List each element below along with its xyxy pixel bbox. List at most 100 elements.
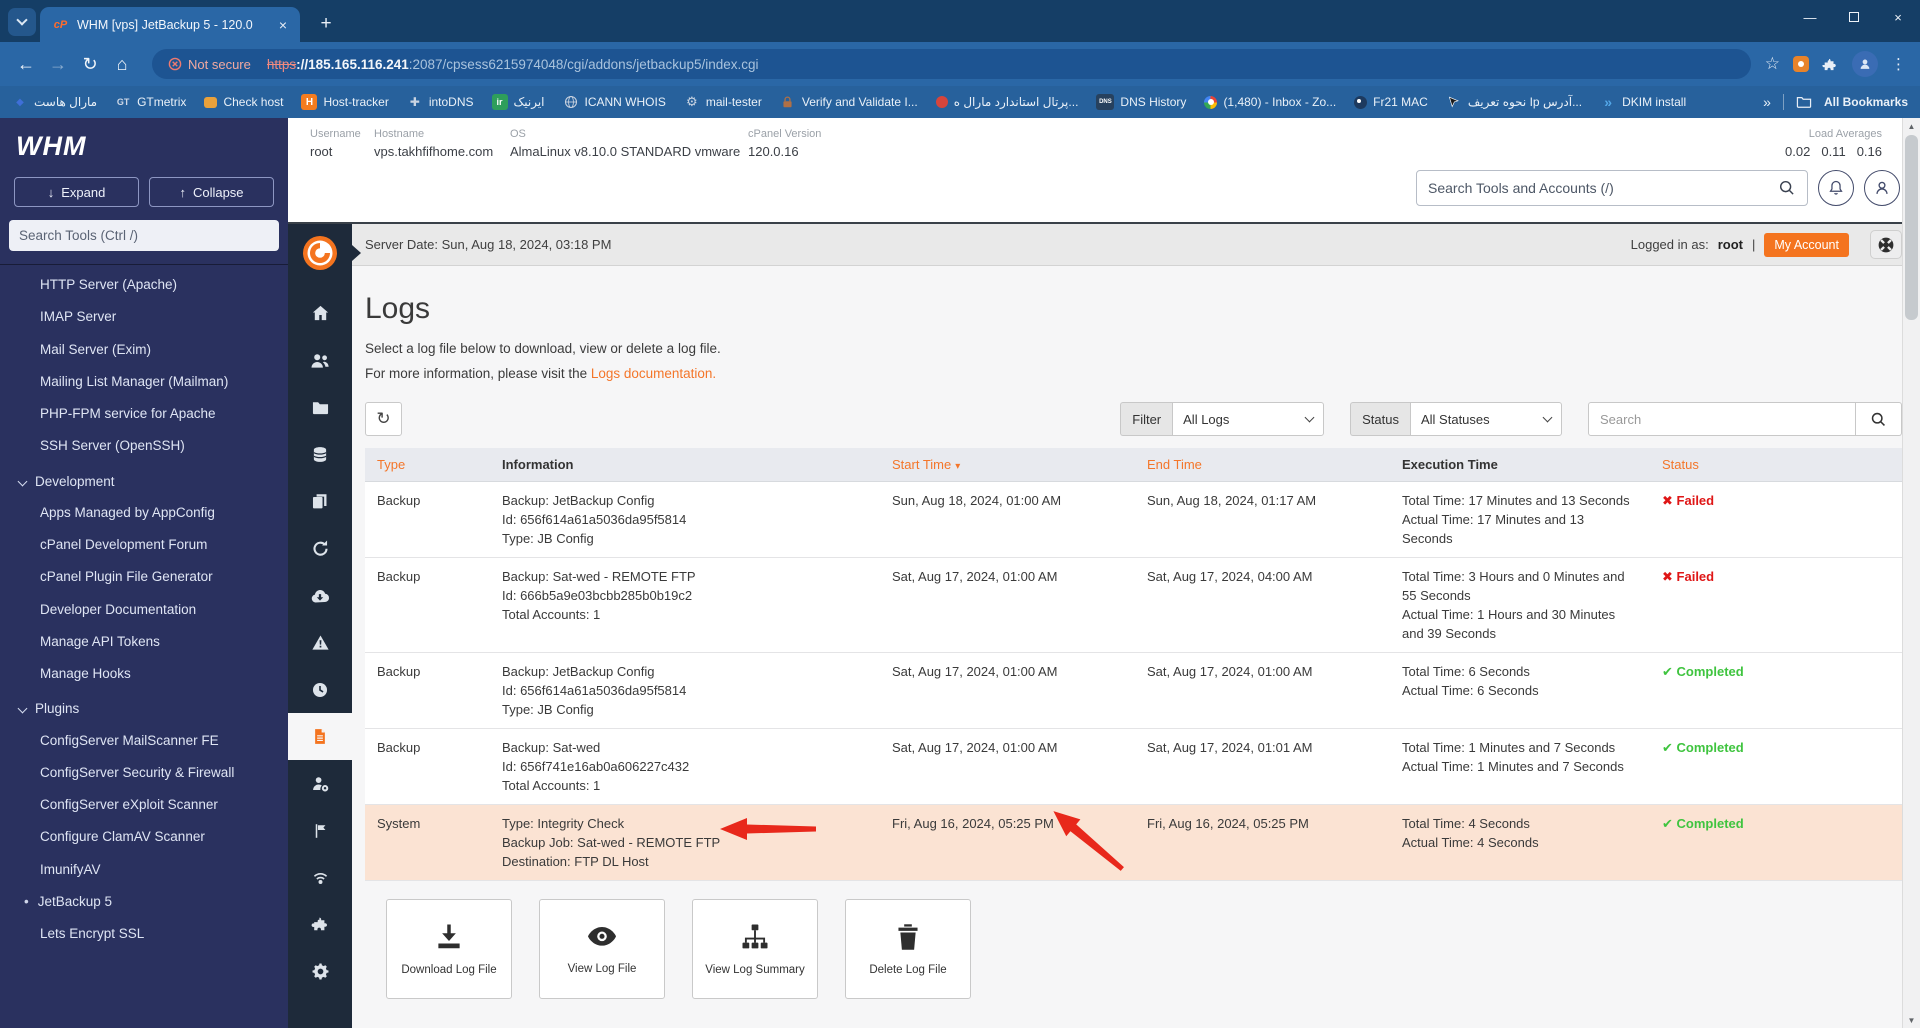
sidebar-item-configserver-exploit[interactable]: ConfigServer eXploit Scanner [0,789,288,821]
sidebar-item-http-server[interactable]: HTTP Server (Apache) [0,269,288,301]
header-type[interactable]: Type [365,457,490,472]
bookmark-item[interactable]: Verify and Validate I... [780,94,918,110]
bookmark-item[interactable]: پرتال استاندارد مارال ه... [935,95,1078,109]
backup-jobs-icon[interactable] [288,431,352,478]
profile-avatar[interactable] [1852,51,1878,77]
table-search-input[interactable] [1588,402,1856,436]
restore-icon[interactable] [288,525,352,572]
sidebar-item-imap-server[interactable]: IMAP Server [0,301,288,333]
my-account-button[interactable]: My Account [1764,232,1849,257]
bookmark-item[interactable]: H Host-tracker [301,94,389,110]
bookmark-item[interactable]: Check host [204,95,283,109]
status-select[interactable]: All Statuses [1410,402,1562,436]
logs-documentation-link[interactable]: Logs documentation. [591,366,716,381]
sidebar-group-development[interactable]: Development [0,463,288,497]
schedules-icon[interactable] [288,854,352,901]
browser-tab[interactable]: cP WHM [vps] JetBackup 5 - 120.0 × [40,7,300,42]
alerts-icon[interactable] [288,619,352,666]
sidebar-item-plugin-file-generator[interactable]: cPanel Plugin File Generator [0,561,288,593]
sidebar-item-apps-managed[interactable]: Apps Managed by AppConfig [0,497,288,529]
header-end-time[interactable]: End Time [1135,457,1390,472]
address-bar[interactable]: Not secure https://185.165.116.241:2087/… [152,49,1751,79]
sidebar-item-jetbackup5[interactable]: • JetBackup 5 [0,886,288,918]
view-log-summary-button[interactable]: View Log Summary [692,899,818,999]
sidebar-search-input[interactable] [19,228,269,243]
accounts-icon[interactable] [288,337,352,384]
close-window-button[interactable]: × [1876,0,1920,34]
sidebar-item-imunifyav[interactable]: ImunifyAV [0,854,288,886]
header-start-time[interactable]: Start Time ▾ [880,457,1135,472]
bookmark-item[interactable]: نحوه تعریف Ip آدرس... [1446,94,1582,110]
bookmark-item[interactable]: GT GTmetrix [115,94,187,110]
settings-icon[interactable] [288,948,352,995]
sidebar-item-lets-encrypt[interactable]: Lets Encrypt SSL [0,918,288,950]
scroll-down-arrow[interactable]: ▼ [1903,1012,1920,1028]
home-icon[interactable] [288,290,352,337]
scrollbar[interactable]: ▲ ▼ [1902,118,1920,1028]
bookmark-item[interactable]: ir ایرنیک [491,94,545,110]
account-button[interactable] [1864,170,1900,206]
sidebar-item-clamav[interactable]: Configure ClamAV Scanner [0,821,288,853]
scrollbar-thumb[interactable] [1905,135,1918,320]
bookmark-item[interactable]: ✚ intoDNS [407,94,474,110]
logs-icon[interactable] [288,713,352,760]
reload-button[interactable]: ↻ [74,48,106,80]
bookmark-item[interactable]: ICANN WHOIS [563,94,666,110]
notifications-button[interactable] [1818,170,1854,206]
bookmark-star-icon[interactable]: ☆ [1765,54,1780,74]
minimize-button[interactable]: — [1788,0,1832,34]
back-button[interactable]: ← [10,48,42,80]
tab-search-button[interactable] [8,8,36,36]
table-row[interactable]: Backup Backup: JetBackup Config Id: 656f6… [365,482,1902,558]
bookmark-item[interactable]: ◆ مارال هاست [12,94,97,110]
table-row[interactable]: Backup Backup: Sat-wed Id: 656f741e16ab0a… [365,729,1902,805]
sidebar-item-mailing-list-manager[interactable]: Mailing List Manager (Mailman) [0,366,288,398]
header-search[interactable] [1416,170,1808,206]
destinations-icon[interactable] [288,807,352,854]
help-button[interactable] [1870,230,1902,259]
queue-icon[interactable] [288,666,352,713]
expand-button[interactable]: ↓ Expand [14,177,139,207]
refresh-button[interactable]: ↻ [365,402,402,436]
collapse-button[interactable]: ↑ Collapse [149,177,274,207]
table-search-button[interactable] [1856,402,1902,436]
bookmark-item[interactable]: ⚙ mail-tester [684,94,762,110]
table-row[interactable]: Backup Backup: JetBackup Config Id: 656f6… [365,653,1902,729]
scroll-up-arrow[interactable]: ▲ [1903,118,1920,134]
sidebar-item-configserver-mailscanner[interactable]: ConfigServer MailScanner FE [0,725,288,757]
account-management-icon[interactable] [288,760,352,807]
table-row-selected[interactable]: System Type: Integrity Check Backup Job: … [365,805,1902,881]
sidebar-search[interactable] [9,220,279,251]
sidebar-group-plugins[interactable]: Plugins [0,690,288,724]
filter-select[interactable]: All Logs [1172,402,1325,436]
header-search-input[interactable] [1428,180,1778,196]
bookmark-item[interactable]: » DKIM install [1600,94,1686,110]
not-secure-chip[interactable]: Not secure [168,57,251,72]
sidebar-item-ssh-server[interactable]: SSH Server (OpenSSH) [0,430,288,462]
new-tab-button[interactable]: + [312,10,340,38]
sidebar-item-manage-hooks[interactable]: Manage Hooks [0,658,288,690]
forward-button[interactable]: → [42,48,74,80]
file-manager-icon[interactable] [288,384,352,431]
view-log-file-button[interactable]: View Log File [539,899,665,999]
delete-log-file-button[interactable]: Delete Log File [845,899,971,999]
maximize-button[interactable] [1832,0,1876,34]
sidebar-item-manage-api-tokens[interactable]: Manage API Tokens [0,626,288,658]
sidebar-item-php-fpm[interactable]: PHP-FPM service for Apache [0,398,288,430]
extensions-puzzle-icon[interactable] [1822,56,1839,73]
header-status[interactable]: Status [1650,457,1890,472]
extension-icon[interactable] [1793,56,1809,72]
sidebar-item-cpanel-dev-forum[interactable]: cPanel Development Forum [0,529,288,561]
plugins-icon[interactable] [288,901,352,948]
all-bookmarks-button[interactable]: All Bookmarks [1824,95,1908,109]
sidebar-item-mail-server[interactable]: Mail Server (Exim) [0,334,288,366]
bookmark-item[interactable]: Fr21 MAC [1354,95,1428,109]
menu-kebab-icon[interactable]: ⋮ [1891,55,1906,73]
home-button[interactable]: ⌂ [106,48,138,80]
bookmarks-overflow-icon[interactable]: » [1763,94,1771,110]
clone-jobs-icon[interactable] [288,478,352,525]
sidebar-item-developer-documentation[interactable]: Developer Documentation [0,594,288,626]
downloads-icon[interactable] [288,572,352,619]
bookmark-item[interactable]: DNS DNS History [1096,94,1186,110]
bookmark-item[interactable]: (1,480) - Inbox - Zo... [1204,95,1336,109]
